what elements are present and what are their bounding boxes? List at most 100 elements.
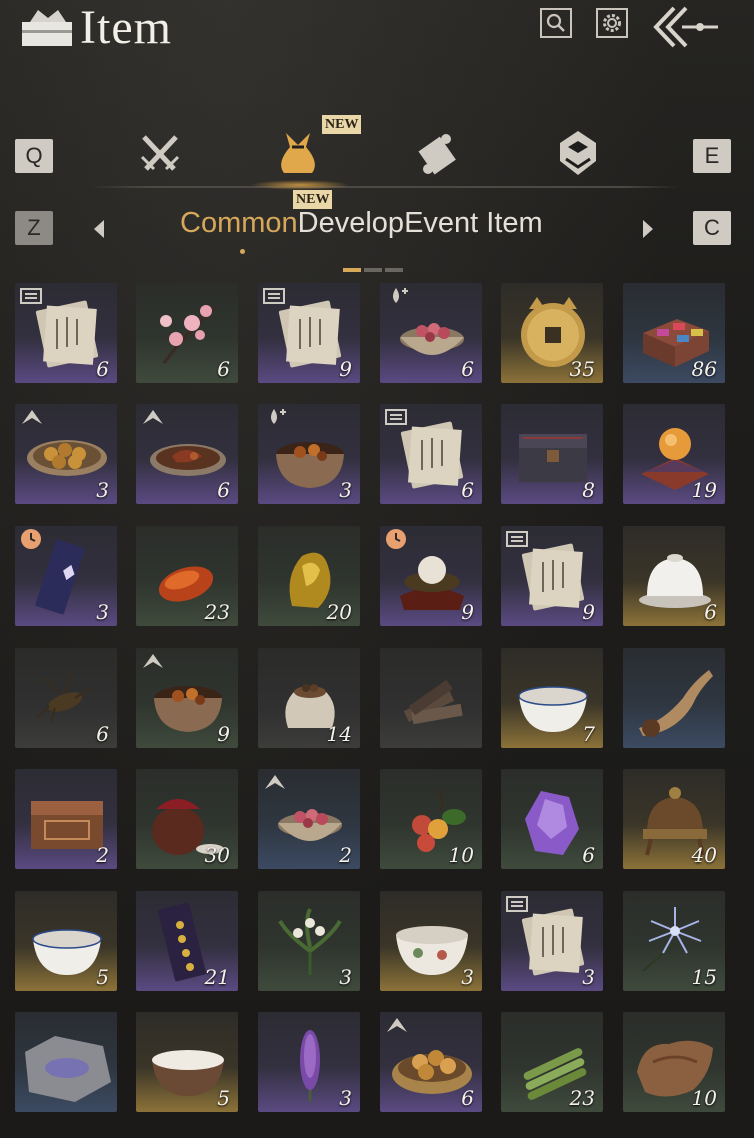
item-slot[interactable]: 35 <box>501 283 603 383</box>
book-icon <box>506 531 528 547</box>
search-icon[interactable] <box>540 8 572 38</box>
book-icon <box>506 896 528 912</box>
item-quantity: 7 <box>582 722 595 746</box>
item-slot[interactable]: 3 <box>380 891 482 991</box>
item-quantity: 10 <box>448 843 474 867</box>
item-quantity: 6 <box>461 1086 474 1110</box>
header: Item <box>0 0 754 60</box>
next-category-key[interactable]: E <box>693 139 731 173</box>
gear-icon[interactable] <box>596 8 628 38</box>
item-slot[interactable]: 5 <box>15 891 117 991</box>
page-dot <box>385 268 403 272</box>
item-slot[interactable]: 6 <box>15 283 117 383</box>
item-quantity: 19 <box>691 478 717 502</box>
item-slot[interactable]: 6 <box>380 1012 482 1112</box>
item-quantity: 6 <box>461 357 474 381</box>
up-icon <box>143 410 163 424</box>
bag-logo-icon <box>22 10 72 46</box>
subtab-common[interactable]: Common <box>180 207 298 240</box>
item-slot[interactable]: 86 <box>623 283 725 383</box>
item-slot[interactable]: 9 <box>258 283 360 383</box>
item-slot[interactable]: 6 <box>15 648 117 748</box>
up-icon <box>387 1018 407 1032</box>
item-quantity: 35 <box>569 357 595 381</box>
right-arrow-icon[interactable] <box>641 218 655 240</box>
item-slot[interactable]: 20 <box>258 526 360 626</box>
item-slot[interactable]: 21 <box>136 891 238 991</box>
subtab-develop[interactable]: Develop <box>298 207 404 240</box>
subtab-event-item[interactable]: Event Item <box>404 207 543 240</box>
item-quantity: 86 <box>691 357 717 381</box>
prev-category-key[interactable]: Q <box>15 139 53 173</box>
item-slot[interactable]: 19 <box>623 404 725 504</box>
item-slot[interactable]: 23 <box>136 526 238 626</box>
item-slot[interactable]: 40 <box>623 769 725 869</box>
item-slot[interactable]: 3 <box>258 891 360 991</box>
item-slot[interactable]: 10 <box>623 1012 725 1112</box>
next-subtab-key[interactable]: C <box>693 211 731 245</box>
horn-icon <box>639 670 713 737</box>
item-slot[interactable]: 9 <box>136 648 238 748</box>
item-slot[interactable] <box>15 1012 117 1112</box>
item-slot[interactable]: 23 <box>501 1012 603 1112</box>
item-slot[interactable]: 6 <box>136 283 238 383</box>
item-quantity: 6 <box>96 357 109 381</box>
item-slot[interactable]: 5 <box>136 1012 238 1112</box>
active-subtab-dot <box>240 249 245 254</box>
item-quantity: 3 <box>96 478 109 502</box>
page-title: Item <box>80 1 172 54</box>
item-quantity: 2 <box>96 843 109 867</box>
item-slot[interactable]: 2 <box>15 769 117 869</box>
item-quantity: 6 <box>461 478 474 502</box>
item-quantity: 14 <box>326 722 352 746</box>
item-slot[interactable]: 3 <box>258 404 360 504</box>
item-quantity: 3 <box>461 965 474 989</box>
item-slot[interactable]: 3 <box>258 1012 360 1112</box>
item-slot[interactable]: 3 <box>15 404 117 504</box>
back-arrow-icon[interactable] <box>650 2 730 52</box>
book-icon <box>20 288 42 304</box>
item-slot[interactable]: 6 <box>623 526 725 626</box>
item-slot[interactable]: 3 <box>501 891 603 991</box>
item-quantity: 6 <box>96 722 109 746</box>
item-slot[interactable]: 14 <box>258 648 360 748</box>
page-dot <box>343 268 361 272</box>
page-dot <box>364 268 382 272</box>
item-quantity: 23 <box>204 600 230 624</box>
item-slot[interactable]: 6 <box>380 283 482 383</box>
subtab-bar: CommonDevelopEvent Item <box>180 207 543 247</box>
pouch-icon[interactable] <box>272 127 324 179</box>
item-slot[interactable]: 10 <box>380 769 482 869</box>
item-slot[interactable] <box>623 648 725 748</box>
item-slot[interactable]: 2 <box>258 769 360 869</box>
item-slot[interactable]: 6 <box>380 404 482 504</box>
item-quantity: 3 <box>96 600 109 624</box>
item-quantity: 20 <box>326 600 352 624</box>
wood-icon <box>403 679 463 725</box>
item-quantity: 3 <box>339 478 352 502</box>
item-slot[interactable]: 9 <box>380 526 482 626</box>
scroll-icon[interactable] <box>412 127 464 179</box>
item-slot[interactable]: 6 <box>501 769 603 869</box>
crossed-swords-icon[interactable] <box>134 127 186 179</box>
stone-slab-icon <box>25 1036 111 1102</box>
item-slot[interactable]: 9 <box>501 526 603 626</box>
item-slot[interactable]: 7 <box>501 648 603 748</box>
item-slot[interactable]: 8 <box>501 404 603 504</box>
item-slot[interactable] <box>380 648 482 748</box>
item-quantity: 9 <box>339 357 352 381</box>
item-quantity: 6 <box>582 843 595 867</box>
item-slot[interactable]: 3 <box>15 526 117 626</box>
left-arrow-icon[interactable] <box>92 218 106 240</box>
prev-subtab-key[interactable]: Z <box>15 211 53 245</box>
tab-divider <box>90 186 680 188</box>
item-quantity: 9 <box>461 600 474 624</box>
item-quantity: 21 <box>204 965 230 989</box>
gem-icon[interactable] <box>552 127 604 179</box>
item-quantity: 3 <box>582 965 595 989</box>
item-slot[interactable]: 30 <box>136 769 238 869</box>
up-icon <box>265 775 285 789</box>
item-slot[interactable]: 15 <box>623 891 725 991</box>
item-slot[interactable]: 6 <box>136 404 238 504</box>
drop-icon <box>271 409 286 424</box>
